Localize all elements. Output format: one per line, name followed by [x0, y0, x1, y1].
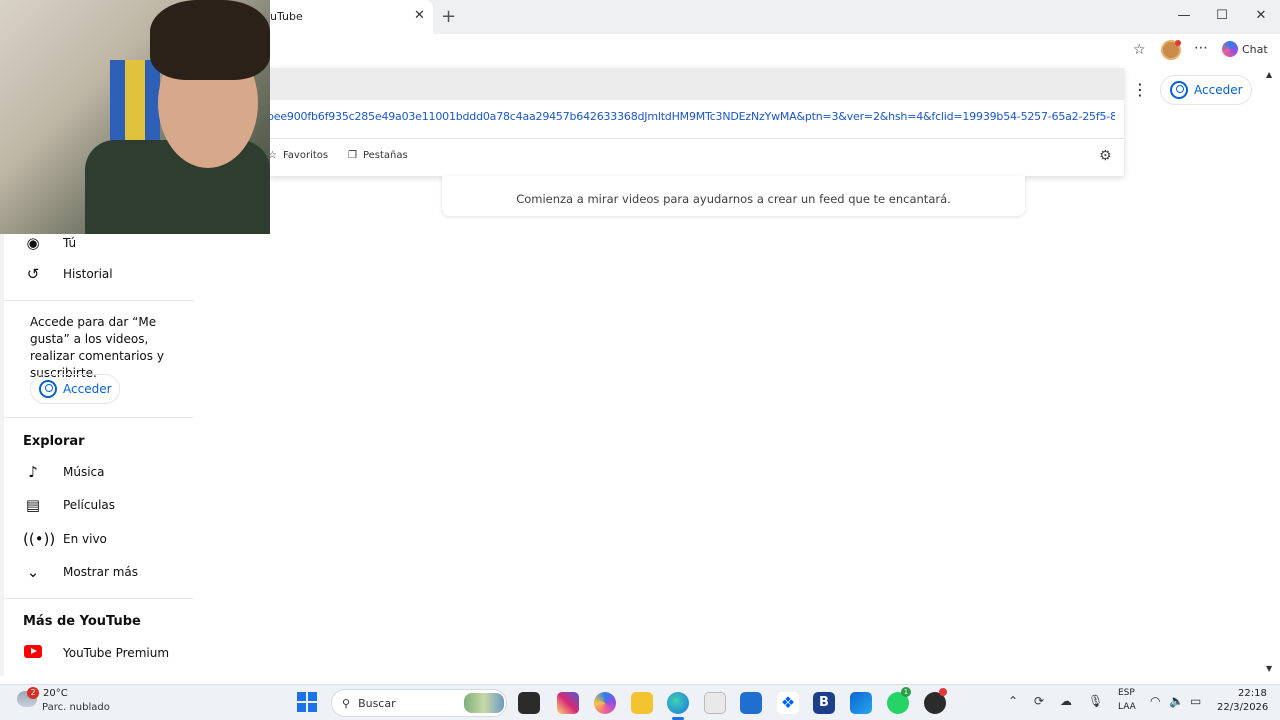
- sync-icon[interactable]: ⟳: [1034, 694, 1044, 708]
- dropbox-icon[interactable]: ❖: [777, 692, 799, 714]
- suggestion-url[interactable]: bee900fb6f935c285e49a03e11001bddd0a78c4a…: [267, 110, 1115, 123]
- sidebar-item-label: Películas: [63, 498, 116, 512]
- weather-description[interactable]: Parc. nublado: [42, 702, 110, 713]
- scroll-up-arrow[interactable]: ▲: [1266, 70, 1272, 79]
- weather-badge: 2: [27, 687, 39, 699]
- file-explorer-icon[interactable]: [631, 692, 653, 714]
- sidebar-item-live[interactable]: ((•)) En vivo: [23, 530, 107, 548]
- copilot-chat-button[interactable]: Chat: [1222, 41, 1268, 57]
- booking-icon[interactable]: B: [813, 692, 835, 714]
- chevron-up-icon[interactable]: ⌃: [1008, 694, 1018, 708]
- sidebar-divider: [4, 300, 194, 301]
- outlook-icon[interactable]: [850, 692, 872, 714]
- volume-icon[interactable]: 🔈: [1169, 694, 1184, 708]
- close-window-button[interactable]: ✕: [1251, 8, 1271, 23]
- history-icon: ↺: [26, 265, 40, 283]
- signin-label: Acceder: [1194, 83, 1243, 97]
- tabs-icon: ❐: [348, 150, 357, 161]
- battery-icon[interactable]: ▭: [1190, 694, 1201, 708]
- more-options-icon[interactable]: ⋮: [1132, 80, 1148, 99]
- new-tab-button[interactable]: +: [441, 6, 456, 27]
- explore-heading: Explorar: [23, 434, 85, 449]
- store-icon[interactable]: [740, 692, 762, 714]
- scroll-down-arrow[interactable]: ▼: [1266, 664, 1272, 673]
- favorites-label: Favoritos: [282, 150, 329, 161]
- live-broadcast-icon: ((•)): [23, 530, 56, 548]
- whatsapp-badge: 1: [901, 687, 911, 697]
- instagram-icon[interactable]: [557, 692, 579, 714]
- film-icon: ▤: [25, 496, 41, 514]
- wifi-icon[interactable]: ◠: [1150, 694, 1160, 708]
- webcam-overlay: [0, 0, 270, 234]
- search-highlight-image: [464, 693, 504, 713]
- weather-temperature[interactable]: 20°C: [43, 688, 68, 699]
- edge-browser-icon[interactable]: [667, 692, 689, 714]
- more-youtube-heading: Más de YouTube: [23, 614, 141, 629]
- sidebar-item-label: Mostrar más: [63, 565, 138, 579]
- youtube-sidebar: ◉ Tú ↺ Historial Accede para dar “Me gus…: [4, 234, 194, 676]
- microphone-icon[interactable]: 🎙: [1088, 694, 1103, 708]
- sidebar-item-premium[interactable]: YouTube Premium: [23, 644, 169, 662]
- address-bar[interactable]: [270, 68, 1124, 100]
- search-icon: ⚲: [342, 696, 351, 710]
- favorite-star-icon[interactable]: ☆: [1133, 42, 1146, 58]
- signin-note: Accede para dar “Me gusta” a los videos,…: [30, 315, 164, 380]
- sidebar-item-history[interactable]: ↺ Historial: [23, 265, 113, 283]
- notification-dot: [939, 688, 947, 696]
- sidebar-signin-button[interactable]: Acceder: [30, 374, 120, 404]
- address-dropdown: bee900fb6f935c285e49a03e11001bddd0a78c4a…: [267, 68, 1124, 176]
- amazon-icon[interactable]: [704, 692, 726, 714]
- header-signin-button[interactable]: Acceder: [1160, 75, 1252, 105]
- start-button[interactable]: [297, 692, 317, 712]
- tabs-label: Pestañas: [362, 150, 408, 161]
- maximize-button[interactable]: ☐: [1212, 8, 1232, 23]
- cloud-off-icon[interactable]: ☁: [1060, 694, 1072, 708]
- webcam-hair: [150, 0, 270, 80]
- taskbar-search[interactable]: ⚲ Buscar: [331, 689, 507, 717]
- task-view-icon[interactable]: [518, 692, 540, 714]
- windows-taskbar: 2 20°C Parc. nublado ⚲ Buscar ❖ B 1 ⌃ ⟳ …: [0, 684, 1280, 720]
- webcam-background: [110, 60, 160, 150]
- minimize-button[interactable]: —: [1174, 8, 1194, 23]
- input-language[interactable]: ESP: [1118, 688, 1135, 698]
- empty-feed-text: Comienza a mirar videos para ayudarnos a…: [516, 192, 951, 206]
- user-icon: [39, 380, 57, 398]
- search-label: Buscar: [358, 696, 396, 710]
- sidebar-item-label: Tú: [63, 236, 77, 250]
- tab-close-icon[interactable]: ✕: [414, 8, 425, 23]
- notification-dot: [1175, 40, 1181, 46]
- user-circle-icon: ◉: [26, 234, 40, 252]
- sidebar-divider: [4, 598, 194, 599]
- chevron-down-icon: ⌄: [26, 563, 40, 581]
- youtube-premium-icon: [23, 644, 43, 662]
- signin-label: Acceder: [63, 382, 112, 396]
- clock-date[interactable]: 22/3/2026: [1217, 702, 1268, 713]
- sidebar-item-show-more[interactable]: ⌄ Mostrar más: [23, 563, 138, 581]
- divider: [270, 138, 1124, 139]
- clock-time[interactable]: 22:18: [1238, 688, 1267, 699]
- music-note-icon: ♪: [28, 463, 38, 481]
- sidebar-item-label: En vivo: [63, 532, 107, 546]
- input-layout[interactable]: LAA: [1118, 702, 1136, 712]
- sidebar-item-movies[interactable]: ▤ Películas: [23, 496, 115, 514]
- sidebar-item-label: Historial: [63, 267, 113, 281]
- empty-feed-card: Comienza a mirar videos para ayudarnos a…: [442, 176, 1025, 216]
- sidebar-item-label: Música: [63, 465, 105, 479]
- sidebar-item-label: YouTube Premium: [63, 646, 170, 660]
- more-menu-icon[interactable]: ⋯: [1194, 40, 1208, 56]
- sidebar-divider: [4, 417, 194, 418]
- copilot-icon: [1222, 41, 1238, 57]
- browser-tab-youtube[interactable]: uTube ✕: [270, 0, 433, 34]
- tab-title: uTube: [270, 10, 303, 23]
- chat-label: Chat: [1242, 42, 1268, 56]
- sidebar-item-you[interactable]: ◉ Tú: [23, 234, 76, 252]
- copilot-app-icon[interactable]: [594, 692, 616, 714]
- tabs-button[interactable]: ❐ Pestañas: [348, 150, 408, 161]
- sidebar-item-music[interactable]: ♪ Música: [23, 463, 105, 481]
- gear-icon[interactable]: ⚙: [1099, 148, 1112, 164]
- user-icon: [1170, 81, 1188, 99]
- favorites-button[interactable]: ☆ Favoritos: [268, 150, 328, 161]
